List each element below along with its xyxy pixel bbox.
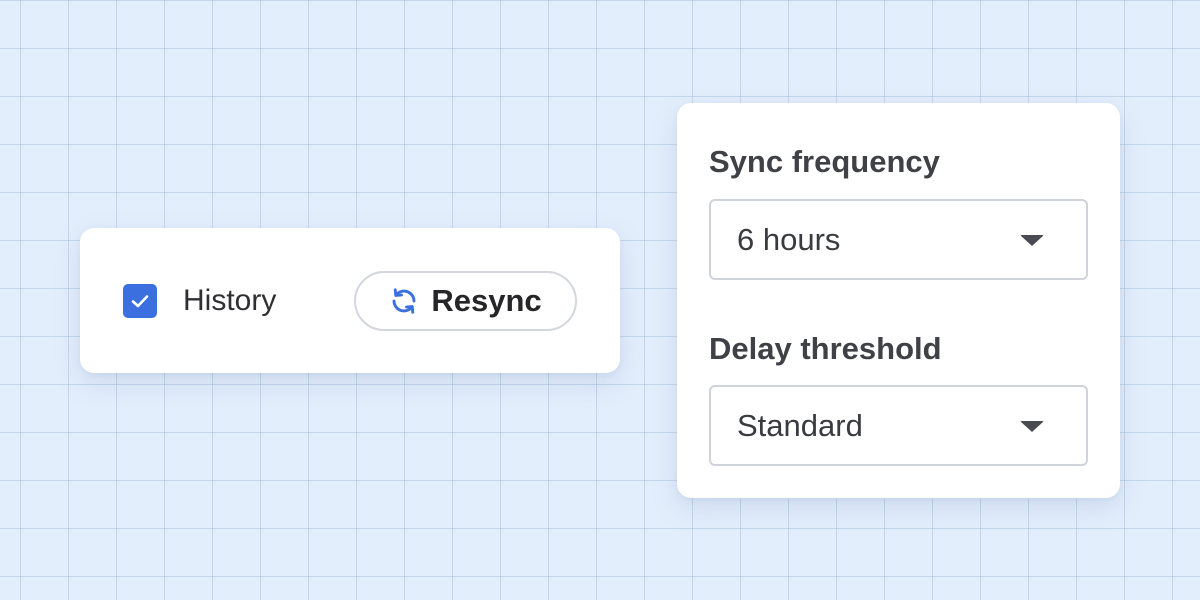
delay-threshold-value: Standard [737,408,863,443]
sync-frequency-label: Sync frequency [709,144,940,179]
history-label: History [183,284,277,317]
chevron-down-icon [1020,235,1044,246]
chevron-down-icon [1020,421,1044,432]
resync-button[interactable]: Resync [354,271,577,331]
delay-threshold-select[interactable]: Standard [709,385,1088,466]
delay-threshold-label: Delay threshold [709,331,942,366]
resync-label: Resync [431,283,542,318]
sync-frequency-select[interactable]: 6 hours [709,199,1088,280]
sync-frequency-value: 6 hours [737,222,841,257]
checkmark-icon [131,295,149,308]
history-checkbox[interactable] [123,284,157,318]
refresh-icon [389,286,419,316]
history-card: History Resync [80,228,620,373]
settings-card: Sync frequency 6 hours Delay threshold S… [677,103,1120,498]
